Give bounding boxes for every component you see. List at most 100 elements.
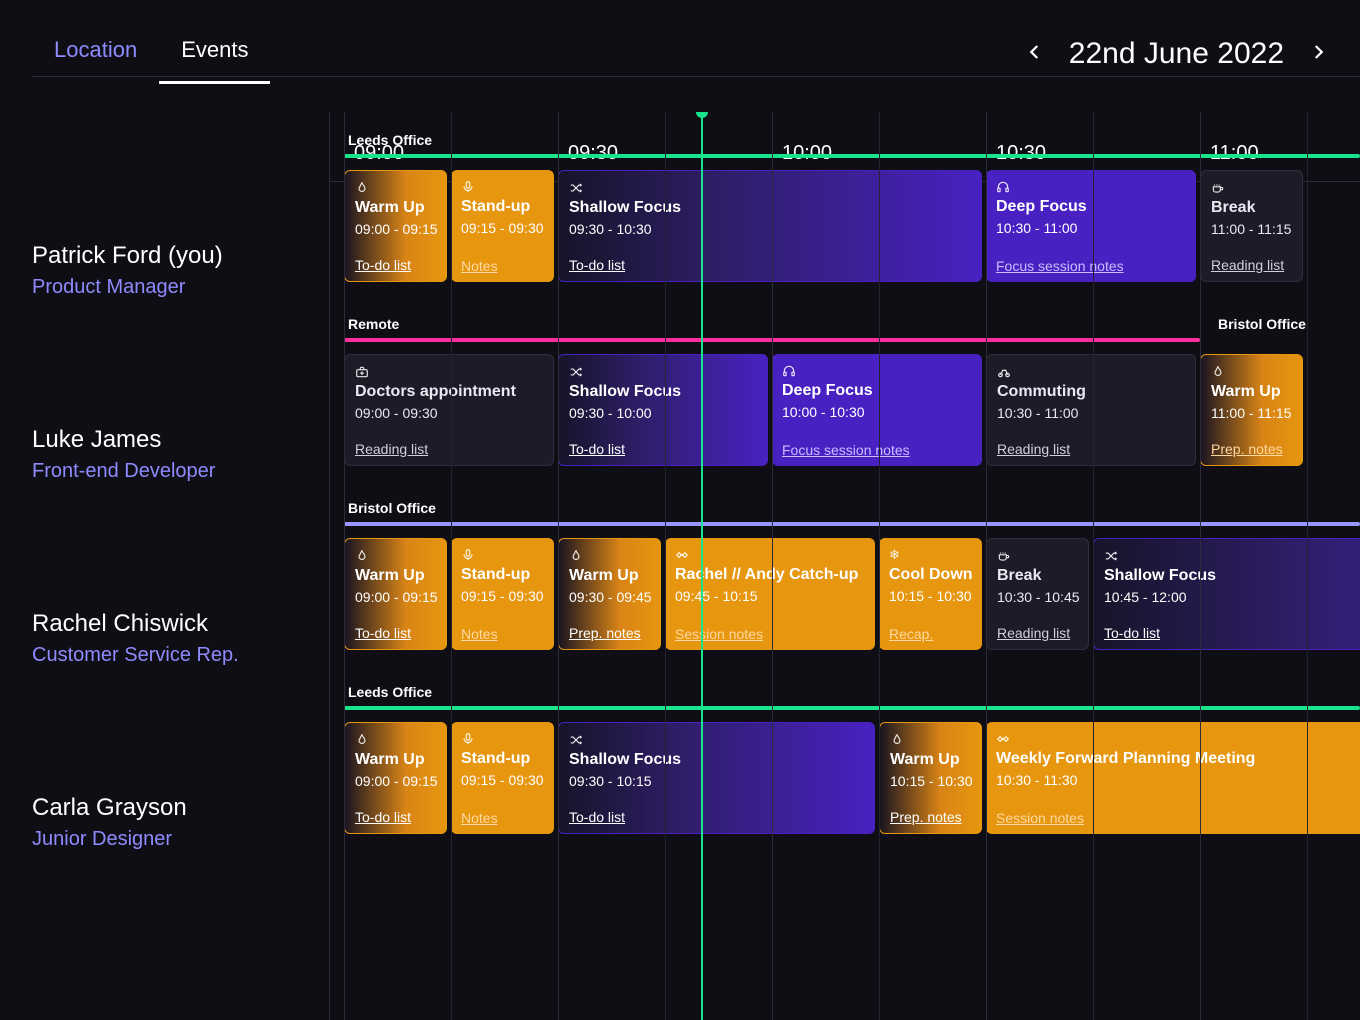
event-link[interactable]: Prep. notes (569, 625, 650, 641)
event-time: 09:15 - 09:30 (461, 772, 544, 788)
event-link[interactable]: Reading list (997, 441, 1185, 457)
event-title: Warm Up (1211, 383, 1292, 401)
mic-icon (461, 180, 544, 194)
location-bar (344, 154, 1360, 158)
event-card[interactable]: Shallow Focus 10:45 - 12:00 To-do list (1093, 538, 1360, 650)
event-link[interactable]: Focus session notes (996, 258, 1186, 274)
event-link[interactable]: Notes (461, 258, 544, 274)
event-link[interactable]: To-do list (569, 441, 757, 457)
location-label: Bristol Office (330, 500, 1360, 516)
event-title: Weekly Forward Planning Meeting (996, 750, 1360, 768)
event-title: Stand-up (461, 750, 544, 768)
event-card[interactable]: Weekly Forward Planning Meeting 10:30 - 1… (986, 722, 1360, 834)
event-title: Doctors appointment (355, 383, 543, 401)
event-time: 11:00 - 11:15 (1211, 405, 1292, 421)
snowflake-icon: ❄ (889, 548, 972, 562)
tab-events[interactable]: Events (159, 27, 270, 84)
event-link[interactable]: Reading list (1211, 257, 1292, 273)
event-card[interactable]: Deep Focus10:00 - 10:30Focus session not… (772, 354, 982, 466)
next-day-button[interactable] (1308, 41, 1328, 67)
event-time: 09:15 - 09:30 (461, 588, 544, 604)
event-link[interactable]: Reading list (355, 441, 543, 457)
event-time: 10:30 - 11:30 (996, 772, 1360, 788)
event-card[interactable]: ❄Cool Down10:15 - 10:30Recap. (879, 538, 982, 650)
headphones-icon (782, 364, 972, 378)
prev-day-button[interactable] (1025, 41, 1045, 67)
event-time: 09:00 - 09:15 (355, 773, 436, 789)
event-time: 10:45 - 12:00 (1104, 589, 1360, 605)
event-link[interactable]: To-do list (569, 257, 971, 273)
flame-icon (569, 549, 650, 563)
flame-icon (355, 549, 436, 563)
event-link[interactable]: Prep. notes (890, 809, 971, 825)
event-card[interactable]: Warm Up09:30 - 09:45Prep. notes (558, 538, 661, 650)
event-title: Break (1211, 199, 1292, 217)
flame-icon (355, 733, 436, 747)
event-time: 09:30 - 09:45 (569, 589, 650, 605)
location-label: Leeds Office (330, 684, 1360, 700)
event-link[interactable]: Focus session notes (782, 442, 972, 458)
event-link[interactable]: Session notes (675, 626, 865, 642)
event-title: Shallow Focus (1104, 567, 1360, 585)
schedule-lane: Bristol Office Warm Up09:00 - 09:15To-do … (330, 500, 1360, 658)
event-time: 10:30 - 11:00 (997, 405, 1185, 421)
event-time: 10:15 - 10:30 (890, 773, 971, 789)
cup-icon (1211, 181, 1292, 195)
event-title: Break (997, 567, 1078, 585)
handshake-icon (996, 732, 1360, 746)
event-link[interactable]: To-do list (355, 809, 436, 825)
flame-icon (355, 181, 436, 195)
tab-location[interactable]: Location (32, 27, 159, 84)
event-title: Shallow Focus (569, 751, 864, 769)
mic-icon (461, 548, 544, 562)
event-card[interactable]: Warm Up 09:00 - 09:15 To-do list (344, 722, 447, 834)
event-card[interactable]: Deep Focus10:30 - 11:00Focus session not… (986, 170, 1196, 282)
event-link[interactable]: To-do list (355, 625, 436, 641)
handshake-icon (675, 548, 865, 562)
event-card[interactable]: Rachel // Andy Catch-up09:45 - 10:15Sess… (665, 538, 875, 650)
event-title: Stand-up (461, 198, 544, 216)
event-link[interactable]: Recap. (889, 626, 972, 642)
flame-icon (890, 733, 971, 747)
event-link[interactable]: Reading list (997, 625, 1078, 641)
event-link[interactable]: Notes (461, 626, 544, 642)
event-link[interactable]: Prep. notes (1211, 441, 1292, 457)
event-card[interactable]: Commuting 10:30 - 11:00 Reading list (986, 354, 1196, 466)
event-card[interactable]: Warm Up09:00 - 09:15To-do list (344, 538, 447, 650)
event-title: Warm Up (355, 567, 436, 585)
event-card[interactable]: Shallow Focus09:30 - 10:15To-do list (558, 722, 875, 834)
mic-icon (461, 732, 544, 746)
event-time: 09:00 - 09:15 (355, 221, 436, 237)
event-title: Warm Up (355, 751, 436, 769)
event-card[interactable]: Stand-up 09:15 - 09:30 Notes (451, 722, 554, 834)
event-card[interactable]: Shallow Focus09:30 - 10:00To-do list (558, 354, 768, 466)
event-link[interactable]: To-do list (355, 257, 436, 273)
shuffle-icon (1104, 549, 1360, 563)
schedule-lane: RemoteBristol OfficeDoctors appointment0… (330, 316, 1360, 474)
event-card[interactable]: Warm Up 11:00 - 11:15 Prep. notes (1200, 354, 1303, 466)
event-card[interactable]: Stand-up 09:15 - 09:30 Notes (451, 170, 554, 282)
schedule-lane: Leeds OfficeWarm Up09:00 - 09:15To-do li… (330, 132, 1360, 290)
event-title: Deep Focus (782, 382, 972, 400)
event-time: 11:00 - 11:15 (1211, 221, 1292, 237)
event-time: 10:30 - 10:45 (997, 589, 1078, 605)
bike-icon (997, 365, 1185, 379)
schedule-lane: Leeds Office Warm Up 09:00 - 09:15 To-do li… (330, 684, 1360, 842)
event-card[interactable]: Doctors appointment 09:00 - 09:30 Reading … (344, 354, 554, 466)
event-card[interactable]: Warm Up10:15 - 10:30Prep. notes (879, 722, 982, 834)
event-link[interactable]: Notes (461, 810, 544, 826)
event-card[interactable]: Shallow Focus09:30 - 10:30To-do list (558, 170, 982, 282)
event-card[interactable]: Break 11:00 - 11:15 Reading list (1200, 170, 1303, 282)
event-card[interactable]: Break 10:30 - 10:45 Reading list (986, 538, 1089, 650)
event-time: 09:15 - 09:30 (461, 220, 544, 236)
event-title: Warm Up (355, 199, 436, 217)
event-link[interactable]: Session notes (996, 810, 1360, 826)
event-time: 09:00 - 09:30 (355, 405, 543, 421)
event-card[interactable]: Warm Up 09:00 - 09:15 To-do list (344, 170, 447, 282)
location-bar (344, 522, 1360, 526)
event-title: Shallow Focus (569, 199, 971, 217)
event-card[interactable]: Stand-up09:15 - 09:30Notes (451, 538, 554, 650)
event-link[interactable]: To-do list (569, 809, 864, 825)
event-title: Commuting (997, 383, 1185, 401)
event-link[interactable]: To-do list (1104, 625, 1360, 641)
